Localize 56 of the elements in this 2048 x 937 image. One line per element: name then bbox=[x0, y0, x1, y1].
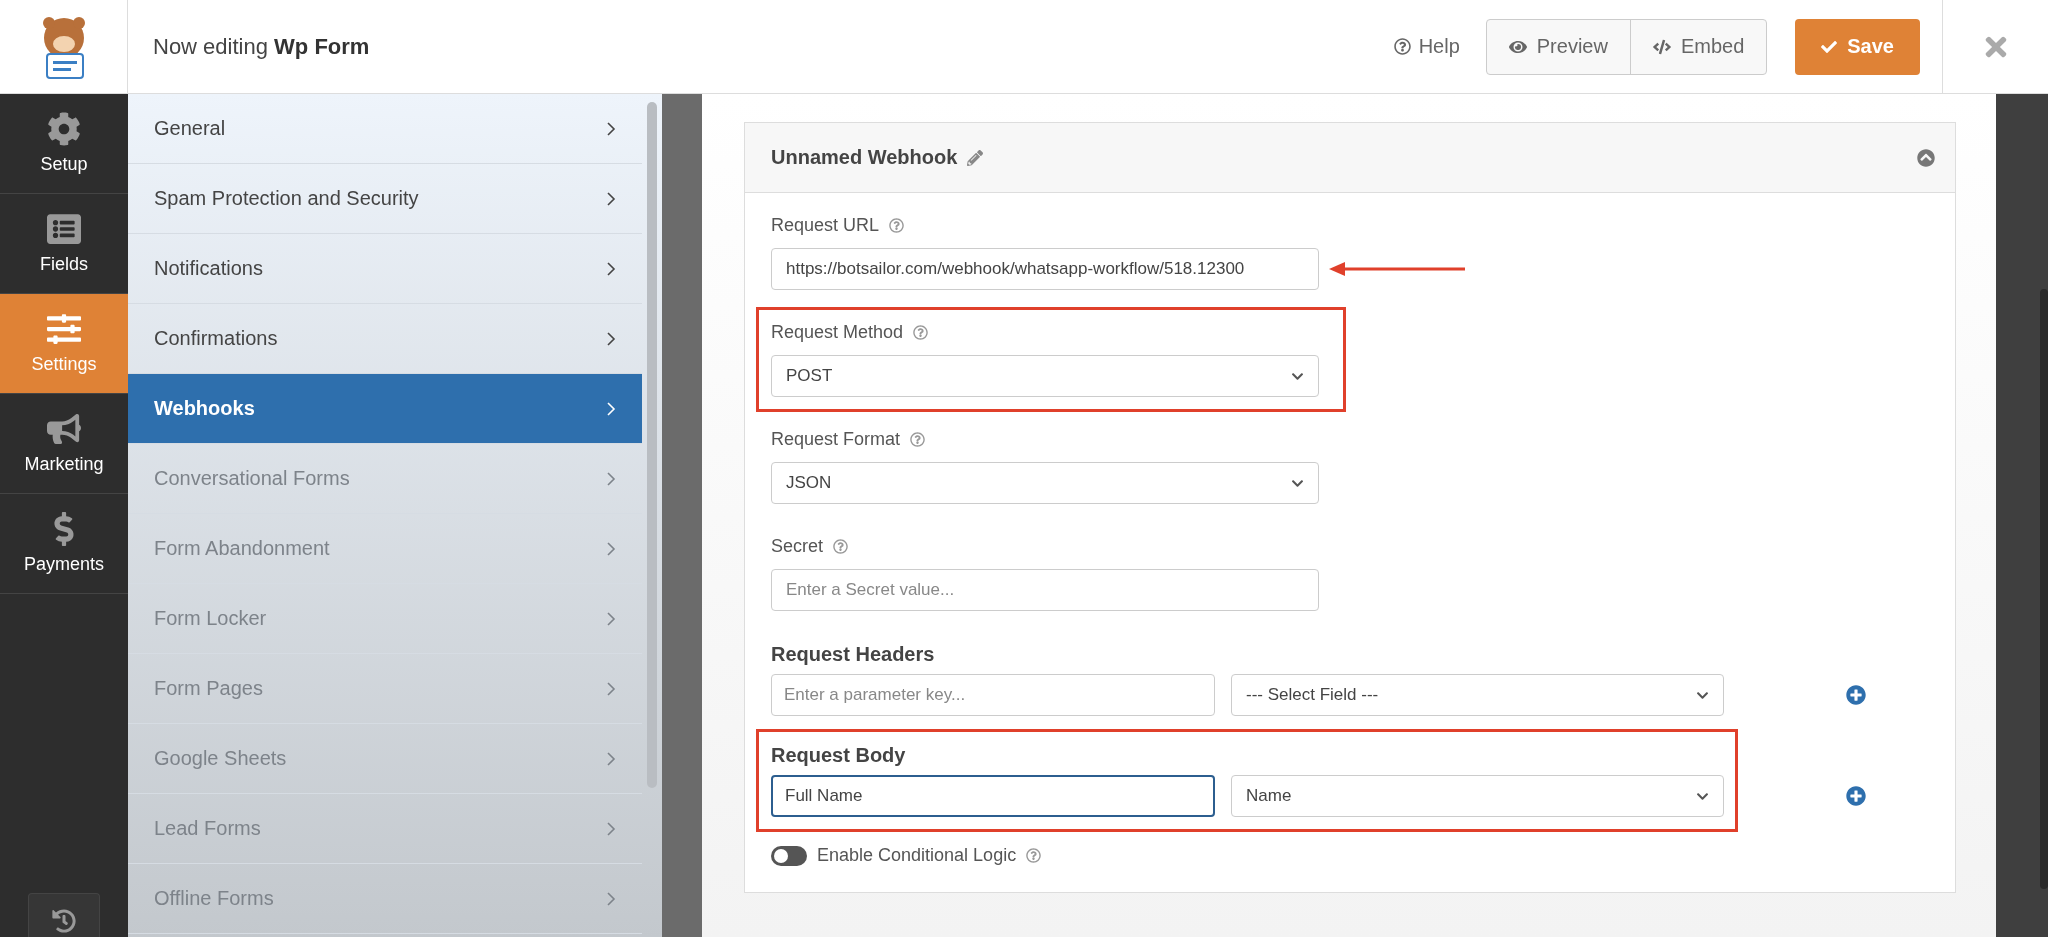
page-title: Now editing Wp Form bbox=[153, 33, 371, 60]
select-field[interactable]: POST bbox=[771, 355, 1319, 397]
chevron-icon bbox=[606, 820, 616, 837]
select-field[interactable]: JSON bbox=[771, 462, 1319, 504]
help-icon[interactable] bbox=[910, 432, 926, 447]
code-icon bbox=[1652, 37, 1671, 56]
gear-icon bbox=[47, 112, 81, 146]
select-field[interactable]: --- Select Field --- bbox=[1231, 674, 1724, 716]
key-field[interactable]: Full Name bbox=[771, 775, 1215, 817]
section-title: Request Body bbox=[771, 744, 907, 767]
help-link[interactable]: Help bbox=[1393, 35, 1460, 58]
select-field[interactable]: Name bbox=[1231, 775, 1724, 817]
settings-menu-item[interactable]: Notifications bbox=[128, 234, 642, 304]
settings-menu-item[interactable]: General bbox=[128, 94, 642, 164]
sliders-icon bbox=[47, 312, 81, 346]
chevron-icon bbox=[606, 680, 616, 697]
settings-menu-item[interactable]: Webhooks bbox=[128, 374, 642, 444]
chevron-icon bbox=[606, 470, 616, 487]
help-icon[interactable] bbox=[889, 218, 905, 233]
chevron-icon bbox=[606, 540, 616, 557]
field-label: Secret bbox=[771, 536, 824, 557]
history-button[interactable] bbox=[28, 893, 100, 937]
field-label: Request Method bbox=[771, 322, 904, 343]
chevron-icon bbox=[606, 190, 616, 207]
field-label: Request Format bbox=[771, 429, 901, 450]
megaphone-icon bbox=[47, 412, 81, 446]
help-icon[interactable] bbox=[833, 539, 849, 554]
help-icon bbox=[1393, 38, 1411, 55]
collapse-icon[interactable] bbox=[1917, 148, 1935, 167]
section-title: Request Headers bbox=[771, 643, 936, 666]
help-icon[interactable] bbox=[913, 325, 929, 340]
chevron-icon bbox=[606, 330, 616, 347]
settings-menu-item[interactable]: Spam Protection and Security bbox=[128, 164, 642, 234]
chevron-icon bbox=[606, 610, 616, 627]
chevron-icon bbox=[606, 120, 616, 137]
input-field[interactable]: https://botsailor.com/webhook/whatsapp-workflow/518.12300 bbox=[771, 248, 1319, 290]
chevron-icon bbox=[606, 260, 616, 277]
list-icon bbox=[47, 212, 81, 246]
chevron-icon bbox=[606, 750, 616, 767]
toggle-switch[interactable] bbox=[771, 845, 807, 866]
key-field[interactable]: Enter a parameter key... bbox=[771, 674, 1215, 716]
chevron-icon bbox=[606, 890, 616, 907]
scrollbar[interactable] bbox=[647, 102, 657, 788]
preview-button[interactable]: Preview bbox=[1486, 19, 1630, 74]
chevron-icon bbox=[606, 400, 616, 417]
toggle-label: Enable Conditional Logic bbox=[817, 845, 1017, 866]
webhook-title: Unnamed Webhook bbox=[771, 146, 958, 169]
help-icon[interactable] bbox=[1026, 848, 1042, 863]
check-icon bbox=[1821, 38, 1838, 55]
input-field[interactable]: Enter a Secret value... bbox=[771, 569, 1319, 611]
field-label: Request URL bbox=[771, 215, 880, 236]
edit-icon[interactable] bbox=[967, 149, 984, 166]
embed-button[interactable]: Embed bbox=[1629, 19, 1767, 74]
history-icon bbox=[52, 909, 76, 933]
add-button[interactable] bbox=[1846, 786, 1866, 806]
add-button[interactable] bbox=[1846, 685, 1866, 705]
